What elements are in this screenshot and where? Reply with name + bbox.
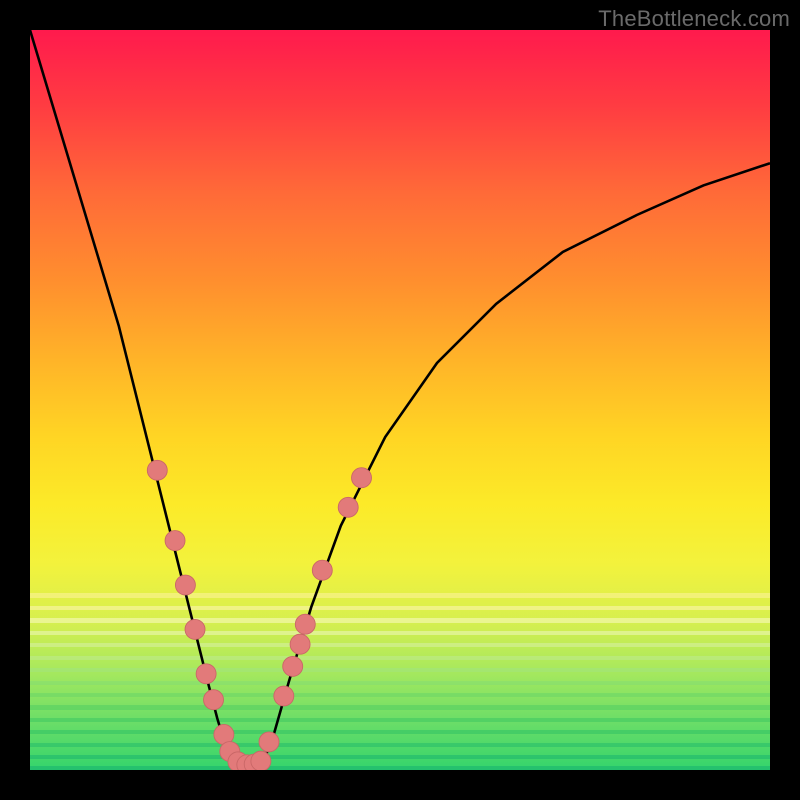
data-marker (147, 460, 167, 480)
marker-group (147, 460, 371, 770)
curve-svg (30, 30, 770, 770)
data-marker (295, 614, 315, 634)
data-marker (274, 686, 294, 706)
data-marker (283, 656, 303, 676)
data-marker (175, 575, 195, 595)
data-marker (165, 531, 185, 551)
data-marker (185, 619, 205, 639)
data-marker (251, 751, 271, 770)
data-marker (204, 690, 224, 710)
plot-area (30, 30, 770, 770)
data-marker (259, 732, 279, 752)
chart-frame: TheBottleneck.com (0, 0, 800, 800)
data-marker (290, 634, 310, 654)
curve-path (30, 30, 770, 766)
data-marker (196, 664, 216, 684)
watermark-text: TheBottleneck.com (598, 6, 790, 32)
data-marker (352, 468, 372, 488)
data-marker (338, 497, 358, 517)
data-marker (312, 560, 332, 580)
